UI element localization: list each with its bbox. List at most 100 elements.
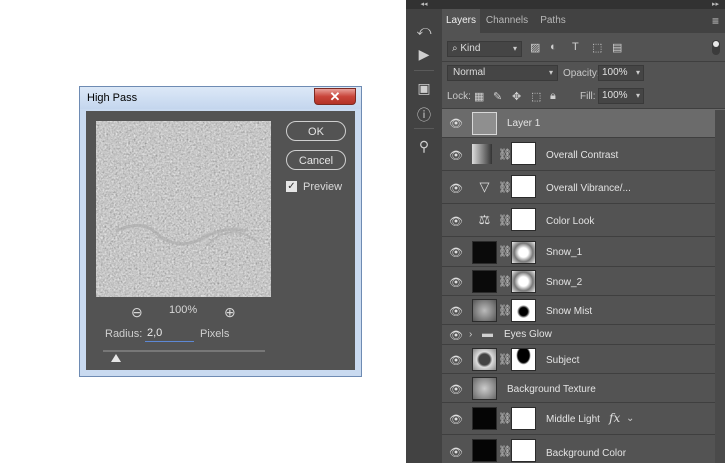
layer-row[interactable]: 👁︎ ⛓ Background Color: [442, 436, 725, 463]
layer-effects-icon[interactable]: fx: [609, 411, 620, 425]
layer-mask-thumbnail[interactable]: [511, 439, 536, 462]
layer-mask-thumbnail[interactable]: [511, 241, 536, 264]
layer-mask-thumbnail[interactable]: [511, 208, 536, 231]
info-icon[interactable]: ⓘ: [406, 105, 442, 125]
layer-mask-thumbnail[interactable]: [511, 299, 536, 322]
layer-row[interactable]: 👁︎ ⛓ Snow_2: [442, 268, 725, 296]
tab-layers[interactable]: Layers: [442, 9, 480, 33]
layer-name[interactable]: Middle Light: [546, 414, 600, 425]
tab-channels[interactable]: Channels: [482, 9, 532, 33]
eye-icon[interactable]: 👁︎: [449, 354, 463, 367]
filter-toggle[interactable]: [712, 40, 720, 55]
eye-icon[interactable]: 👁︎: [449, 149, 463, 162]
link-icon[interactable]: ⛓: [498, 214, 512, 227]
eye-icon[interactable]: 👁︎: [449, 413, 463, 426]
history-icon[interactable]: ⤺: [406, 22, 442, 39]
opacity-value: 100%: [602, 67, 628, 78]
shape-filter-icon[interactable]: ⬚: [592, 41, 602, 54]
preview-checkbox[interactable]: ✓: [286, 181, 297, 192]
cancel-button[interactable]: Cancel: [286, 150, 346, 170]
radius-input[interactable]: [145, 325, 194, 342]
link-icon[interactable]: ⛓: [498, 353, 512, 366]
panel-menu-icon[interactable]: ≡: [712, 14, 719, 28]
panel-top-bar: ▸▸: [442, 0, 725, 9]
smart-object-filter-icon[interactable]: ▤: [612, 41, 622, 54]
tab-paths[interactable]: Paths: [534, 9, 572, 33]
layer-mask-thumbnail[interactable]: [511, 348, 536, 371]
filter-kind-value: Kind: [460, 43, 481, 54]
eye-icon[interactable]: 👁︎: [449, 446, 463, 459]
layer-group-row[interactable]: 👁︎ › ▬ Eyes Glow: [442, 326, 725, 345]
layer-name[interactable]: Layer 1: [507, 118, 540, 129]
eye-icon[interactable]: 👁︎: [449, 182, 463, 195]
eye-icon[interactable]: 👁︎: [449, 383, 463, 396]
opacity-field[interactable]: 100% ▾: [598, 65, 644, 81]
layer-row[interactable]: 👁︎ ⛓ Subject: [442, 346, 725, 374]
link-icon[interactable]: ⛓: [498, 245, 512, 258]
chevron-right-icon[interactable]: ›: [469, 329, 472, 340]
lock-position-icon[interactable]: ✥: [512, 90, 521, 103]
layer-name[interactable]: Overall Contrast: [546, 150, 618, 161]
layer-row[interactable]: 👁︎ ⚖ ⛓ Color Look: [442, 205, 725, 237]
lock-artboard-icon[interactable]: ⬚: [531, 90, 541, 103]
layer-mask-thumbnail[interactable]: [511, 142, 536, 165]
layer-mask-thumbnail[interactable]: [511, 407, 536, 430]
layer-name[interactable]: Color Look: [546, 216, 594, 227]
eye-icon[interactable]: 👁︎: [449, 117, 463, 130]
clone-source-icon[interactable]: ⚲: [406, 138, 442, 155]
link-icon[interactable]: ⛓: [498, 304, 512, 317]
chevron-down-icon[interactable]: ⌄: [626, 413, 634, 424]
channels-panel-icon[interactable]: ▣: [406, 80, 442, 97]
close-button[interactable]: ✕: [314, 88, 356, 105]
link-icon[interactable]: ⛓: [498, 275, 512, 288]
layers-scrollbar[interactable]: [715, 110, 725, 463]
eye-icon[interactable]: 👁︎: [449, 305, 463, 318]
eye-icon[interactable]: 👁︎: [449, 329, 463, 342]
layer-name[interactable]: Subject: [546, 355, 579, 366]
link-icon[interactable]: ⛓: [498, 181, 512, 194]
expand-panel-icon[interactable]: ▸▸: [712, 0, 719, 9]
filter-preview-image[interactable]: [96, 121, 271, 297]
layer-row[interactable]: 👁︎ ⛓ Snow_1: [442, 238, 725, 267]
type-filter-icon[interactable]: T: [572, 41, 579, 53]
zoom-out-icon[interactable]: ⊖: [131, 304, 143, 321]
layer-row[interactable]: 👁︎ ⛓ Snow Mist: [442, 297, 725, 325]
layer-row[interactable]: 👁︎ ▽ ⛓ Overall Vibrance/...: [442, 172, 725, 204]
link-icon[interactable]: ⛓: [498, 445, 512, 458]
pixel-filter-icon[interactable]: ▨: [530, 41, 540, 54]
lock-all-icon[interactable]: 🔒︎: [550, 90, 556, 103]
layer-name[interactable]: Eyes Glow: [504, 329, 552, 340]
layer-mask-thumbnail[interactable]: [511, 270, 536, 293]
collapse-strip-icon[interactable]: ◂◂: [406, 0, 442, 9]
eye-icon[interactable]: 👁︎: [449, 215, 463, 228]
ok-button[interactable]: OK: [286, 121, 346, 141]
layer-name[interactable]: Background Texture: [507, 384, 596, 395]
dialog-title-bar[interactable]: High Pass ✕: [80, 87, 361, 109]
layer-row[interactable]: 👁︎ Background Texture: [442, 375, 725, 403]
fill-field[interactable]: 100% ▾: [598, 88, 644, 104]
vibrance-triangle-icon: ▽: [479, 179, 490, 194]
link-icon[interactable]: ⛓: [498, 412, 512, 425]
radius-slider-track[interactable]: [103, 350, 265, 352]
eye-icon[interactable]: 👁︎: [449, 246, 463, 259]
link-icon[interactable]: ⛓: [498, 148, 512, 161]
filter-kind-select[interactable]: ⌕ Kind ▾: [447, 41, 522, 57]
layer-row[interactable]: 👁︎ ⛓ Overall Contrast: [442, 139, 725, 171]
layer-row[interactable]: 👁︎ ⛓ Middle Light fx ⌄: [442, 404, 725, 435]
lock-transparent-pixels-icon[interactable]: ▦: [474, 90, 484, 103]
layer-row[interactable]: 👁︎ Layer 1: [442, 109, 725, 138]
layer-mask-thumbnail[interactable]: [511, 175, 536, 198]
eye-icon[interactable]: 👁︎: [449, 276, 463, 289]
dialog-body: ⊖ 100% ⊕ Radius: Pixels OK Cancel ✓ Prev…: [86, 111, 355, 370]
radius-slider-thumb[interactable]: [110, 354, 121, 362]
layer-name[interactable]: Overall Vibrance/...: [546, 183, 631, 194]
layer-name[interactable]: Snow Mist: [546, 306, 592, 317]
play-action-icon[interactable]: ▶: [406, 46, 442, 63]
layer-name[interactable]: Snow_2: [546, 277, 582, 288]
layer-name[interactable]: Snow_1: [546, 247, 582, 258]
blend-mode-select[interactable]: Normal ▾: [447, 65, 558, 81]
layer-name[interactable]: Background Color: [546, 448, 626, 459]
adjustment-filter-icon[interactable]: ◐: [550, 41, 557, 53]
lock-image-pixels-icon[interactable]: ✎: [493, 90, 502, 103]
zoom-in-icon[interactable]: ⊕: [224, 304, 236, 321]
